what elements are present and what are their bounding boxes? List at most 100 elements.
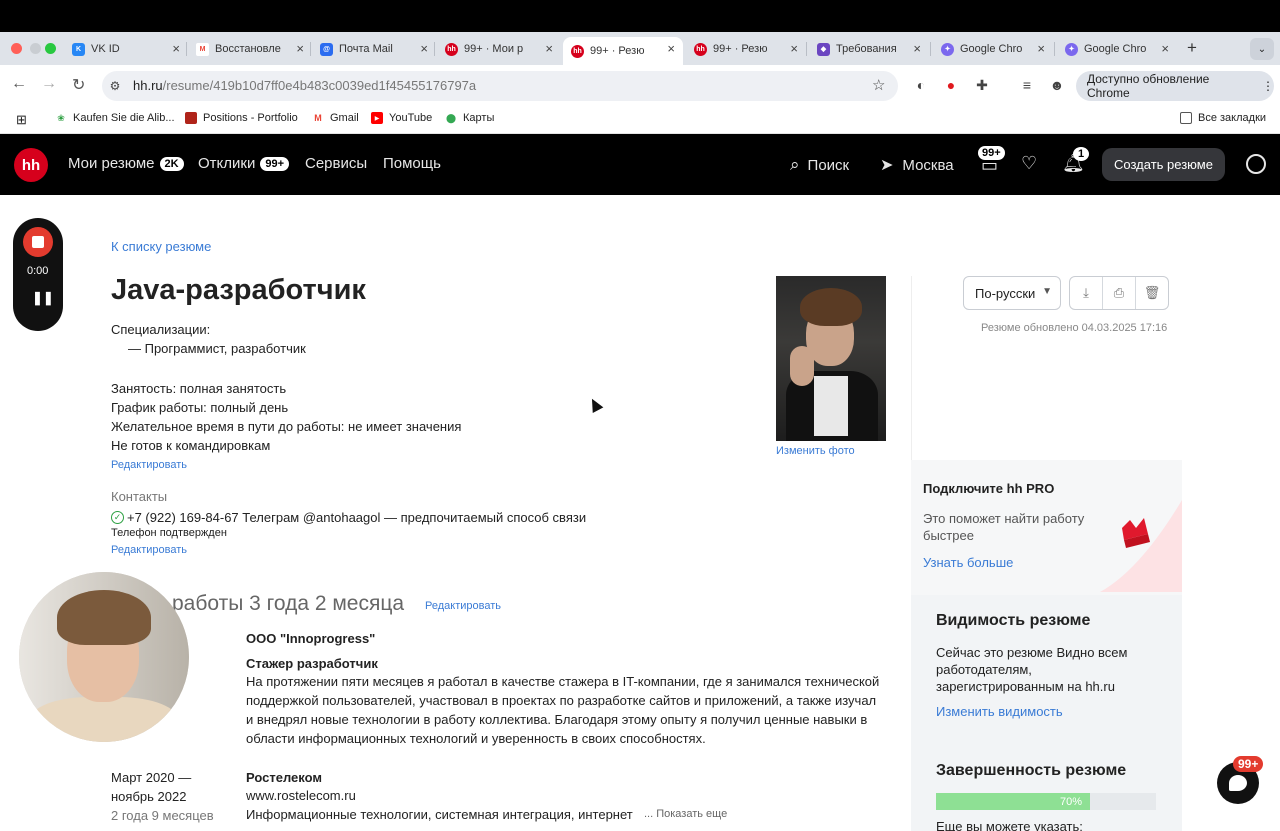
visibility-text: зарегистрированным на hh.ru xyxy=(936,679,1115,694)
tab-hh-resume[interactable]: hh 99+ · Резю × xyxy=(694,37,798,61)
show-more-link[interactable]: ... Показать еще xyxy=(644,808,727,820)
exp1-company: ООО "Innoprogress" xyxy=(246,631,376,646)
specializations-label: Специализации: xyxy=(111,322,211,337)
nav-label: Помощь xyxy=(383,155,441,172)
tab-google-chrome-2[interactable]: ✦ Google Chro × xyxy=(1065,37,1169,61)
bookmark-positions[interactable]: Positions - Portfolio xyxy=(185,112,298,124)
tab-gmail-restore[interactable]: M Восстановле × xyxy=(196,37,304,61)
download-icon[interactable]: ⤓ xyxy=(1070,277,1103,309)
close-icon[interactable]: × xyxy=(667,41,675,56)
city-button[interactable]: ➤ Москва xyxy=(880,155,954,175)
close-icon[interactable]: × xyxy=(913,41,921,56)
tab-vk-id[interactable]: K VK ID × xyxy=(72,37,180,61)
more-menu-icon: ⋮ xyxy=(1262,79,1274,93)
change-visibility-link[interactable]: Изменить видимость xyxy=(936,704,1063,719)
new-tab-button[interactable]: + xyxy=(1187,38,1197,58)
bookmark-alibaba[interactable]: ❀ Kaufen Sie die Alib... xyxy=(55,112,174,124)
site-settings-icon[interactable]: ⚙ xyxy=(106,77,124,95)
exp1-desc-line: На протяжении пяти месяцев я работал в к… xyxy=(246,674,880,689)
close-icon[interactable]: × xyxy=(172,41,180,56)
close-icon[interactable]: × xyxy=(1161,41,1169,56)
bookmark-star-icon[interactable]: ☆ xyxy=(872,76,885,94)
forward-arrow-icon[interactable]: → xyxy=(41,75,57,93)
tab-google-chrome-1[interactable]: ✦ Google Chro × xyxy=(941,37,1045,61)
window-minimize-dot[interactable] xyxy=(30,43,41,54)
bookmark-youtube[interactable]: ▶ YouTube xyxy=(371,112,432,124)
tab-mail[interactable]: @ Почта Mail × xyxy=(320,37,428,61)
resume-updated-text: Резюме обновлено 04.03.2025 17:16 xyxy=(981,322,1168,334)
update-label: Доступно обновление Chrome xyxy=(1087,72,1210,100)
close-icon[interactable]: × xyxy=(790,41,798,56)
close-icon[interactable]: × xyxy=(420,41,428,56)
opera-extension-icon[interactable]: ● xyxy=(942,76,960,94)
tab-search-button[interactable]: ⌄ xyxy=(1250,38,1274,60)
visibility-title: Видимость резюме xyxy=(936,612,1091,629)
reload-icon[interactable]: ↻ xyxy=(72,75,85,95)
apps-grid-icon[interactable]: ⊞ xyxy=(16,112,27,128)
back-to-resumes-link[interactable]: К списку резюме xyxy=(111,239,211,254)
completeness-title: Завершенность резюме xyxy=(936,762,1127,779)
window-close-dot[interactable] xyxy=(11,43,22,54)
bookmark-maps[interactable]: ⬤ Карты xyxy=(445,112,494,124)
youtube-icon: ▶ xyxy=(371,112,383,124)
learn-more-link[interactable]: Узнать больше xyxy=(923,555,1013,570)
trash-icon[interactable]: 🗑︎ xyxy=(1136,277,1168,309)
edit-experience-link[interactable]: Редактировать xyxy=(425,600,501,612)
tab-hh-my-resumes[interactable]: hh 99+ · Мои р × xyxy=(445,37,553,61)
all-bookmarks[interactable]: Все закладки xyxy=(1180,112,1266,124)
hh-header xyxy=(0,134,1280,195)
chrome-update-button[interactable]: Доступно обновление Chrome ⋮ xyxy=(1076,71,1274,101)
profile-photo xyxy=(776,276,886,441)
bookmark-gmail[interactable]: M Gmail xyxy=(312,112,358,124)
profile-icon[interactable] xyxy=(1246,154,1266,174)
tab-hh-resume-active[interactable]: hh 99+ · Резю × xyxy=(563,37,683,65)
gmail-icon: M xyxy=(314,113,322,123)
close-icon[interactable]: × xyxy=(1037,41,1045,56)
close-icon[interactable]: × xyxy=(296,41,304,56)
tab-requirements[interactable]: ◆ Требования × xyxy=(817,37,921,61)
edit-contacts-link[interactable]: Редактировать xyxy=(111,544,187,556)
translate-extension-icon[interactable]: ◐ xyxy=(912,76,930,94)
business-trips-text: Не готов к командировкам xyxy=(111,438,271,453)
close-icon[interactable]: × xyxy=(545,41,553,56)
nav-services[interactable]: Сервисы xyxy=(305,155,367,172)
tab-separator xyxy=(806,42,807,56)
tab-label: VK ID xyxy=(91,43,120,55)
profile-avatar-icon[interactable]: ☻ xyxy=(1048,76,1066,94)
edit-conditions-link[interactable]: Редактировать xyxy=(111,459,187,471)
maps-pin-icon: ⬤ xyxy=(445,112,457,123)
tab-label: Почта Mail xyxy=(339,43,393,55)
nav-my-resumes[interactable]: Мои резюме 2K xyxy=(68,155,184,172)
hh-icon: hh xyxy=(694,42,707,56)
media-control-icon[interactable]: ≡ xyxy=(1018,76,1036,94)
chrome-gear-icon: ✦ xyxy=(941,42,954,56)
tab-separator xyxy=(186,42,187,56)
stop-recording-button[interactable] xyxy=(23,227,53,257)
exp2-industry: Информационные технологии, системная инт… xyxy=(246,807,633,822)
exp2-company: Ростелеком xyxy=(246,770,322,785)
nav-help[interactable]: Помощь xyxy=(383,155,441,172)
exp1-desc-line: и внедрял новые технологии в работу колл… xyxy=(246,712,868,727)
hh-logo[interactable]: hh xyxy=(14,148,48,182)
change-photo-link[interactable]: Изменить фото xyxy=(776,445,855,457)
pause-icon[interactable]: ❚❚ xyxy=(32,290,54,306)
search-button[interactable]: ⌕ Поиск xyxy=(790,155,849,175)
bookmark-label: YouTube xyxy=(389,112,433,124)
back-arrow-icon[interactable]: ← xyxy=(11,75,27,93)
exp2-site: www.rostelecom.ru xyxy=(246,788,356,803)
nav-responses[interactable]: Отклики 99+ xyxy=(198,155,290,172)
window-zoom-dot[interactable] xyxy=(45,43,56,54)
tab-label: 99+ · Резю xyxy=(590,45,645,57)
resume-actions: ⤓ ⎙ 🗑︎ xyxy=(1069,276,1169,310)
url-path: /resume/419b10d7ff0e4b483c0039ed1f454551… xyxy=(162,78,477,93)
mail-icon: @ xyxy=(320,42,333,56)
heart-icon[interactable]: ♡ xyxy=(1021,153,1037,174)
url-text[interactable]: hh.ru/resume/419b10d7ff0e4b483c0039ed1f4… xyxy=(133,78,476,93)
extensions-puzzle-icon[interactable]: ✚ xyxy=(973,76,991,94)
create-resume-button[interactable]: Создать резюме xyxy=(1102,148,1225,181)
print-icon[interactable]: ⎙ xyxy=(1103,277,1136,309)
language-select[interactable]: По-русски ▼ xyxy=(963,276,1061,310)
contacts-label: Контакты xyxy=(111,489,168,504)
tab-separator xyxy=(434,42,435,56)
tab-label: Восстановле xyxy=(215,43,281,55)
